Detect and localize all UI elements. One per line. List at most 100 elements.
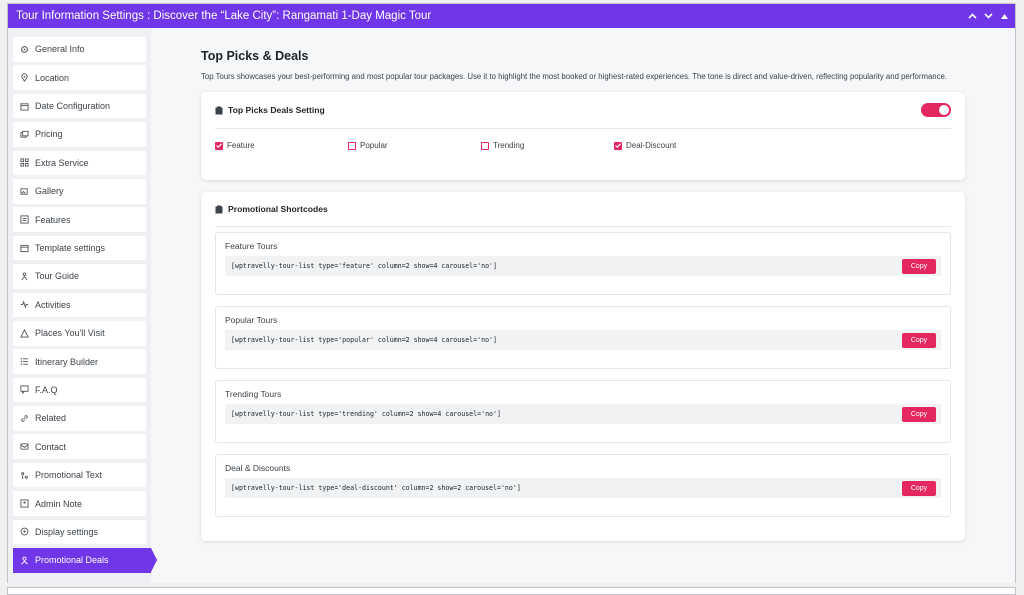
next-panel-edge xyxy=(7,587,1016,595)
sidebar-item-label: Tour Guide xyxy=(35,271,80,282)
copy-button[interactable]: Copy xyxy=(902,258,936,274)
sidebar-item-date-configuration[interactable]: Date Configuration xyxy=(13,93,146,119)
shortcode-title: Trending Tours xyxy=(225,389,282,399)
clipboard-icon xyxy=(215,205,223,213)
checkbox-checked-icon[interactable] xyxy=(614,141,622,150)
sidebar-item-features[interactable]: Features xyxy=(13,207,146,232)
sidebar-item-label: Itinerary Builder xyxy=(35,356,99,367)
copy-button[interactable]: Copy xyxy=(902,406,936,422)
checkbox-checked-icon[interactable] xyxy=(215,141,223,150)
gear-icon xyxy=(21,45,28,53)
sidebar-item-promotional-text[interactable]: Promotional Text xyxy=(13,462,146,488)
card-title: Promotional Shortcodes xyxy=(228,204,328,214)
checkbox-icon[interactable] xyxy=(348,141,356,150)
sidebar-item-label: Pricing xyxy=(35,129,63,140)
sidebar-item-label: Activities xyxy=(35,299,71,310)
sidebar-item-label: Extra Service xyxy=(35,157,89,168)
option-label: Popular xyxy=(360,141,388,150)
sidebar-item-extra-service[interactable]: Extra Service xyxy=(13,150,146,176)
sidebar-item-label: General Info xyxy=(35,44,85,55)
shortcode-title: Deal & Discounts xyxy=(225,463,291,473)
shortcode-title: Popular Tours xyxy=(225,315,278,325)
sidebar-item-promotional-deals[interactable]: Promotional Deals xyxy=(13,548,157,573)
page-description: Top Tours showcases your best-performing… xyxy=(201,72,948,81)
faq-icon xyxy=(20,385,29,395)
sidebar-item-related[interactable]: Related xyxy=(13,406,146,431)
sidebar-item-itinerary-builder[interactable]: Itinerary Builder xyxy=(13,349,146,374)
shortcode-title: Feature Tours xyxy=(225,241,278,251)
sidebar-item-label: Location xyxy=(35,72,70,83)
sidebar-item-label: Template settings xyxy=(35,243,106,254)
sidebar-item-label: Places You'll Visit xyxy=(35,328,105,339)
sidebar-item-gallery[interactable]: Gallery xyxy=(13,178,146,204)
pin-icon xyxy=(21,73,28,82)
shortcode-text[interactable]: [wptravelly-tour-list type='popular' col… xyxy=(231,336,497,344)
shortcode-popular-tours: Popular Tours [wptravelly-tour-list type… xyxy=(215,306,951,369)
places-icon xyxy=(20,328,29,338)
sidebar-item-label: Features xyxy=(35,214,71,225)
note-icon xyxy=(20,499,29,508)
chevron-down-icon[interactable] xyxy=(983,11,993,21)
person-icon xyxy=(21,272,28,281)
settings-panel: Tour Information Settings : Discover the… xyxy=(7,3,1016,583)
option-feature[interactable]: Feature xyxy=(215,141,348,150)
checkbox-icon[interactable] xyxy=(481,141,489,150)
chevron-up-icon[interactable] xyxy=(967,11,977,21)
panel-titlebar: Tour Information Settings : Discover the… xyxy=(8,4,1015,28)
sidebar-item-label: Gallery xyxy=(35,186,64,197)
mail-icon xyxy=(20,443,29,450)
link-icon xyxy=(21,415,28,422)
option-popular[interactable]: Popular xyxy=(348,141,481,150)
grid-icon xyxy=(20,158,29,167)
list-icon xyxy=(20,215,29,224)
bullets-icon xyxy=(20,358,29,366)
page-title: Top Picks & Deals xyxy=(201,49,309,63)
sidebar-item-label: Promotional Deals xyxy=(35,555,109,566)
sidebar-item-display-settings[interactable]: Display settings xyxy=(13,519,146,545)
deals-icon xyxy=(21,556,28,565)
clipboard-icon xyxy=(215,106,223,114)
shortcode-deal-discounts: Deal & Discounts [wptravelly-tour-list t… xyxy=(215,454,951,517)
activity-icon xyxy=(20,300,29,309)
window-icon xyxy=(20,244,29,252)
sidebar-item-label: Admin Note xyxy=(35,498,83,509)
copy-button[interactable]: Copy xyxy=(902,480,936,496)
sidebar-item-places-you-will-visit[interactable]: Places You'll Visit xyxy=(13,320,146,346)
option-deal-discount[interactable]: Deal-Discount xyxy=(614,141,747,150)
images-icon xyxy=(20,188,28,195)
top-picks-settings-card: Top Picks Deals Setting Feature Popular … xyxy=(201,92,965,180)
promotional-shortcodes-card: Promotional Shortcodes Feature Tours [wp… xyxy=(201,192,965,541)
sidebar-item-location[interactable]: Location xyxy=(13,65,146,90)
sidebar-item-label: Date Configuration xyxy=(35,101,111,112)
settings-sidebar: General Info Location Date Configuration… xyxy=(8,28,157,583)
top-picks-toggle[interactable] xyxy=(921,103,951,117)
shortcode-feature-tours: Feature Tours [wptravelly-tour-list type… xyxy=(215,232,951,295)
display-icon xyxy=(20,528,29,536)
sidebar-item-contact[interactable]: Contact xyxy=(13,434,146,460)
sidebar-item-label: Display settings xyxy=(35,526,99,537)
sidebar-item-pricing[interactable]: Pricing xyxy=(13,122,146,147)
shortcode-text[interactable]: [wptravelly-tour-list type='trending' co… xyxy=(231,410,501,418)
copy-button[interactable]: Copy xyxy=(902,332,936,348)
sidebar-item-label: Contact xyxy=(35,441,67,452)
sidebar-item-general-info[interactable]: General Info xyxy=(13,37,146,62)
sidebar-item-label: Promotional Text xyxy=(35,470,102,481)
main-content: Top Picks & Deals Top Tours showcases yo… xyxy=(151,28,1015,583)
sidebar-item-faq[interactable]: F.A.Q xyxy=(13,377,146,403)
option-label: Trending xyxy=(493,141,525,150)
panel-title: Tour Information Settings : Discover the… xyxy=(16,10,432,22)
sidebar-item-activities[interactable]: Activities xyxy=(13,292,146,318)
tags-icon xyxy=(21,471,28,479)
sidebar-item-label: Related xyxy=(35,413,67,424)
option-label: Deal-Discount xyxy=(626,141,677,150)
calendar-icon xyxy=(20,102,29,111)
sidebar-item-label: F.A.Q xyxy=(35,384,58,395)
sidebar-item-admin-note[interactable]: Admin Note xyxy=(13,491,146,516)
shortcode-text[interactable]: [wptravelly-tour-list type='deal-discoun… xyxy=(231,484,521,492)
shortcode-trending-tours: Trending Tours [wptravelly-tour-list typ… xyxy=(215,380,951,443)
triangle-up-icon[interactable] xyxy=(999,11,1009,21)
sidebar-item-tour-guide[interactable]: Tour Guide xyxy=(13,264,146,289)
sidebar-item-template-settings[interactable]: Template settings xyxy=(13,235,146,261)
shortcode-text[interactable]: [wptravelly-tour-list type='feature' col… xyxy=(231,262,497,270)
option-trending[interactable]: Trending xyxy=(481,141,614,150)
